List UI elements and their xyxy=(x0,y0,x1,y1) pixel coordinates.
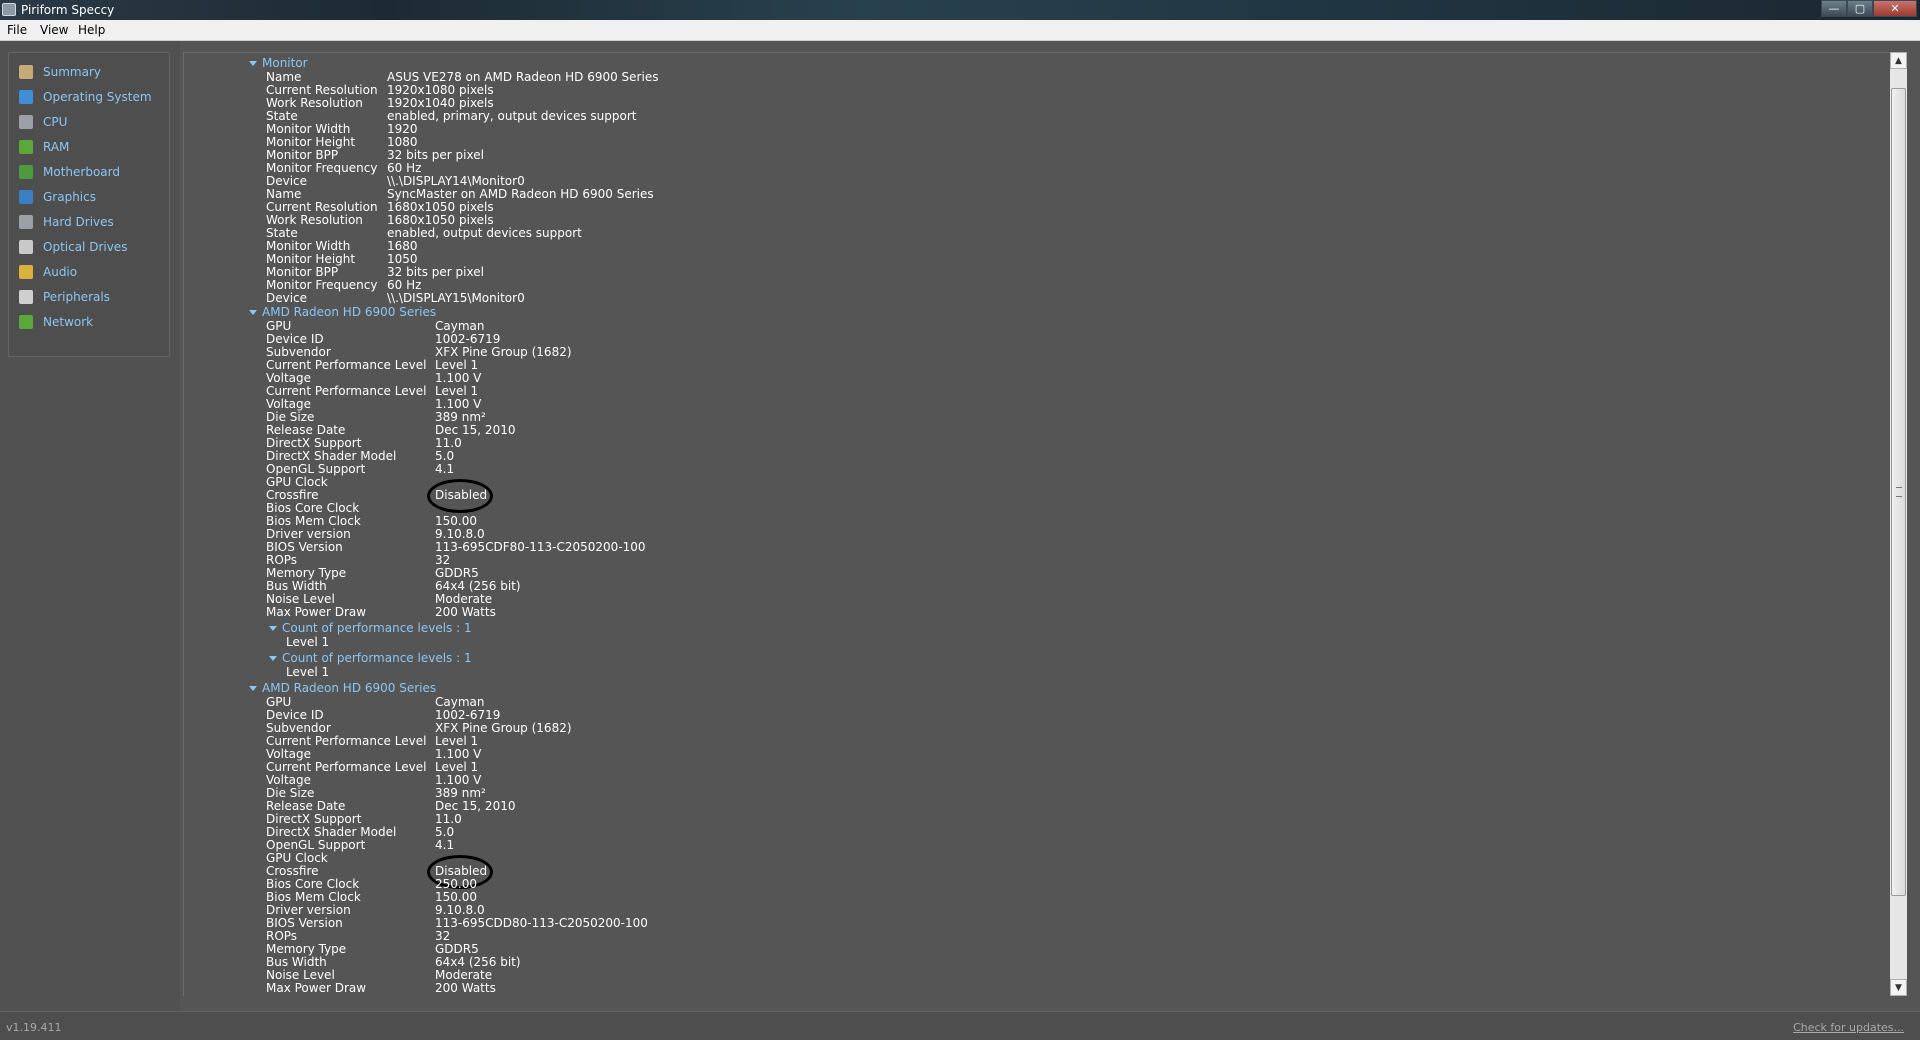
property-value: 4.1 xyxy=(435,462,455,476)
speaker-icon xyxy=(19,265,33,279)
section-header[interactable]: AMD Radeon HD 6900 Series xyxy=(249,681,436,695)
property-row: State enabled, primary, output devices su… xyxy=(184,110,1884,123)
check-updates-link[interactable]: Check for updates... xyxy=(1793,1021,1904,1034)
sidebar-item-label: Network xyxy=(43,315,94,329)
property-row: Monitor Width 1920 xyxy=(184,123,1884,136)
windows-logo-icon xyxy=(19,90,33,104)
property-row: State enabled, output devices support xyxy=(184,227,1884,240)
optical-disc-icon xyxy=(19,240,33,254)
property-value: 200 Watts xyxy=(435,981,496,995)
cpu-chip-icon xyxy=(19,115,33,129)
section-title: AMD Radeon HD 6900 Series xyxy=(262,305,437,319)
ram-module-icon xyxy=(19,140,33,154)
sidebar-item-label: CPU xyxy=(43,115,68,129)
sidebar-item-motherboard[interactable]: Motherboard xyxy=(19,161,167,183)
collapse-triangle-icon[interactable] xyxy=(249,310,257,315)
sidebar-item-peripherals[interactable]: Peripherals xyxy=(19,286,167,308)
property-value: 113-695CDD80-113-C2050200-100 xyxy=(435,916,648,930)
sidebar-item-label: Operating System xyxy=(43,90,152,104)
sidebar-item-network[interactable]: Network xyxy=(19,311,167,333)
window-controls: — ▢ ✕ xyxy=(1821,0,1917,18)
sidebar-item-label: Peripherals xyxy=(43,290,110,304)
property-row: Level 1 xyxy=(184,666,1884,679)
details-panel: Monitor Name ASUS VE278 on AMD Radeon HD 6… xyxy=(183,52,1890,996)
property-value: 4.1 xyxy=(435,838,455,852)
sidebar-item-label: Hard Drives xyxy=(43,215,114,229)
property-row: Level 1 xyxy=(184,636,1884,649)
sidebar-item-optical-drives[interactable]: Optical Drives xyxy=(19,236,167,258)
sidebar-item-audio[interactable]: Audio xyxy=(19,261,167,283)
collapse-triangle-icon[interactable] xyxy=(249,686,257,691)
property-label: Level 1 xyxy=(286,665,330,679)
summary-icon xyxy=(19,65,33,79)
menu-bar: File View Help xyxy=(0,20,1920,41)
sidebar-item-label: Optical Drives xyxy=(43,240,128,254)
section-header[interactable]: Count of performance levels : 1 xyxy=(269,621,472,635)
property-row: Monitor BPP 32 bits per pixel xyxy=(184,149,1884,162)
motherboard-icon xyxy=(19,165,33,179)
scroll-up-button[interactable]: ▲ xyxy=(1890,52,1907,69)
version-label: v1.19.411 xyxy=(6,1021,62,1034)
menu-file[interactable]: File xyxy=(7,23,27,37)
property-row: Monitor Width 1680 xyxy=(184,240,1884,253)
network-icon xyxy=(19,315,33,329)
minimize-button[interactable]: — xyxy=(1821,0,1847,17)
menu-view[interactable]: View xyxy=(40,23,68,37)
title-bar: Piriform Speccy — ▢ ✕ xyxy=(0,0,1920,20)
sidebar-item-label: Motherboard xyxy=(43,165,120,179)
property-label: Level 1 xyxy=(286,635,330,649)
property-row: OpenGL Support 4.1 xyxy=(184,839,1884,852)
hard-drive-icon xyxy=(19,215,33,229)
property-value: 200 Watts xyxy=(435,605,496,619)
window-title: Piriform Speccy xyxy=(21,3,115,17)
collapse-triangle-icon[interactable] xyxy=(269,656,277,661)
sidebar-item-cpu[interactable]: CPU xyxy=(19,111,167,133)
scroll-down-button[interactable]: ▼ xyxy=(1890,979,1907,996)
property-row: Max Power Draw 200 Watts xyxy=(184,982,1884,995)
section-header[interactable]: AMD Radeon HD 6900 Series xyxy=(249,305,436,319)
sidebar-item-label: Summary xyxy=(43,65,101,79)
property-value: 113-695CDF80-113-C2050200-100 xyxy=(435,540,646,554)
mouse-icon xyxy=(19,290,33,304)
property-row: Monitor BPP 32 bits per pixel xyxy=(184,266,1884,279)
section-title: Count of performance levels : 1 xyxy=(282,651,472,665)
sidebar-item-summary[interactable]: Summary xyxy=(19,61,167,83)
graphics-monitor-icon xyxy=(19,190,33,204)
status-bar: v1.19.411 Check for updates... xyxy=(0,1011,1920,1040)
property-value: \\.\DISPLAY15\Monitor0 xyxy=(387,291,525,305)
property-row: OpenGL Support 4.1 xyxy=(184,463,1884,476)
sidebar-item-label: Audio xyxy=(43,265,78,279)
close-button[interactable]: ✕ xyxy=(1873,0,1917,17)
section-header[interactable]: Monitor xyxy=(249,56,308,70)
sidebar-nav: Summary Operating System CPU RAM Motherboard… xyxy=(8,52,170,357)
scroll-thumb[interactable] xyxy=(1891,88,1906,896)
sidebar-item-hard-drives[interactable]: Hard Drives xyxy=(19,211,167,233)
property-label: Max Power Draw xyxy=(266,981,367,995)
section-title: Count of performance levels : 1 xyxy=(282,621,472,635)
sidebar-item-operating-system[interactable]: Operating System xyxy=(19,86,167,108)
menu-help[interactable]: Help xyxy=(78,23,105,37)
collapse-triangle-icon[interactable] xyxy=(269,626,277,631)
section-title: Monitor xyxy=(262,56,308,70)
collapse-triangle-icon[interactable] xyxy=(249,61,257,66)
sidebar-item-graphics[interactable]: Graphics xyxy=(19,186,167,208)
property-label: Max Power Draw xyxy=(266,605,367,619)
property-label: Device xyxy=(266,291,308,305)
property-value: enabled, primary, output devices support xyxy=(387,109,637,123)
sidebar-item-label: Graphics xyxy=(43,190,96,204)
scroll-grip-icon xyxy=(1896,487,1902,497)
maximize-button[interactable]: ▢ xyxy=(1847,0,1873,17)
sidebar-item-label: RAM xyxy=(43,140,70,154)
section-header[interactable]: Count of performance levels : 1 xyxy=(269,651,472,665)
speccy-app-icon xyxy=(2,3,16,16)
section-title: AMD Radeon HD 6900 Series xyxy=(262,681,437,695)
vertical-scrollbar[interactable]: ▲ ▼ xyxy=(1890,52,1907,996)
sidebar-item-ram[interactable]: RAM xyxy=(19,136,167,158)
property-row: Max Power Draw 200 Watts xyxy=(184,606,1884,619)
property-row: Device \\.\DISPLAY15\Monitor0 xyxy=(184,292,1884,305)
